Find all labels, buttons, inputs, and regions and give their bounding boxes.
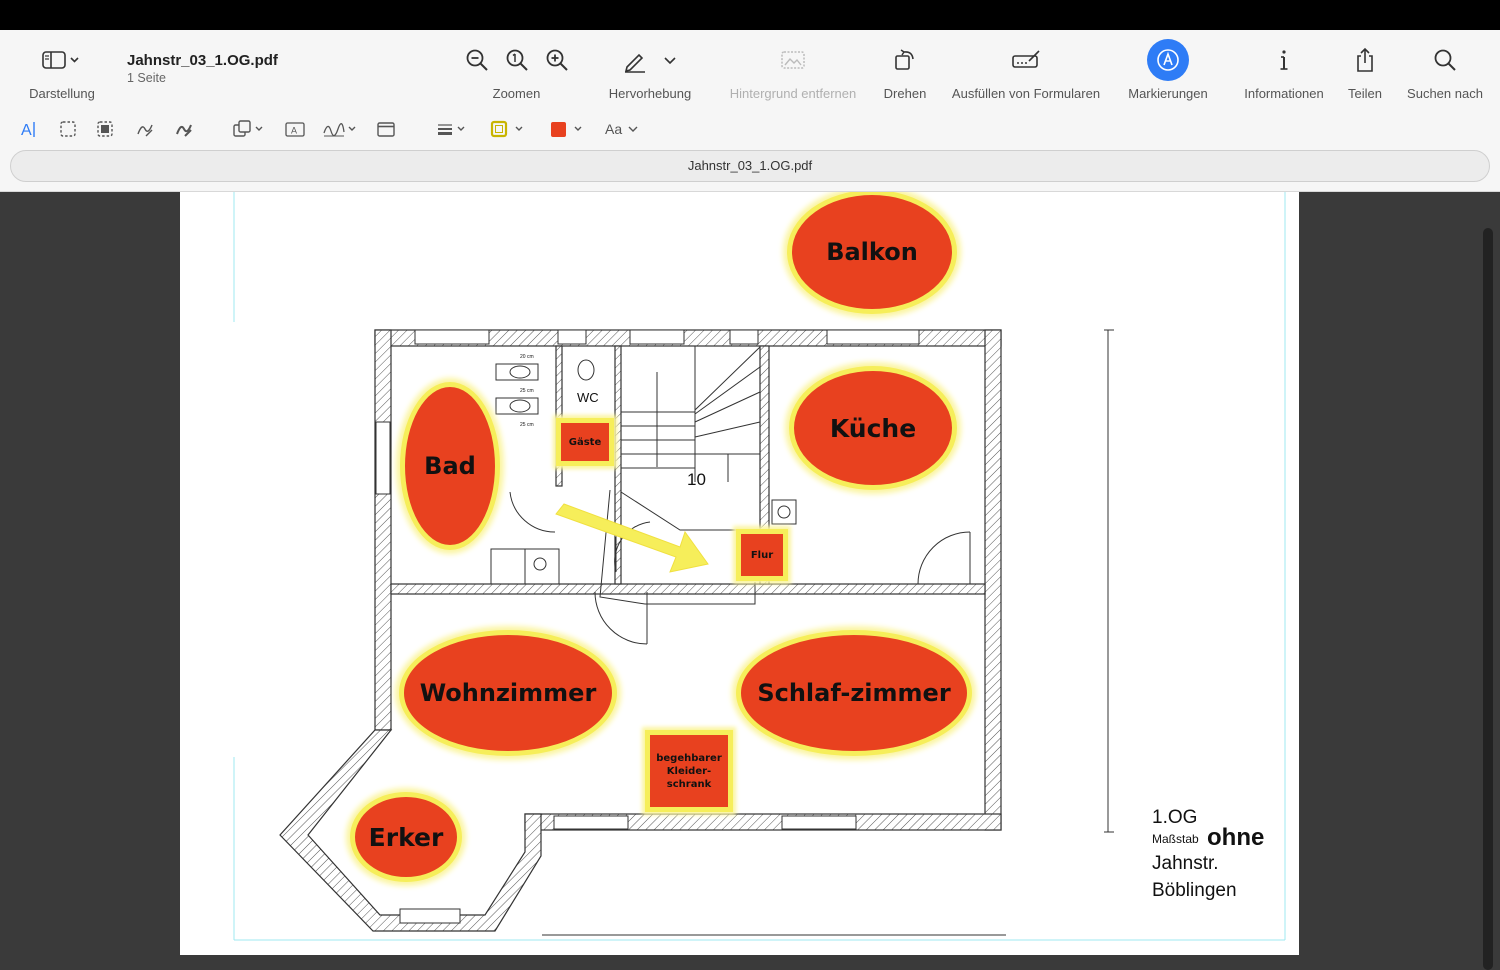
vertical-scrollbar[interactable] bbox=[1483, 228, 1493, 970]
draw-icon bbox=[176, 124, 192, 137]
room-gaeste: Gäste bbox=[556, 418, 614, 466]
markup-pen-icon bbox=[1157, 49, 1179, 71]
page-layout-tool[interactable] bbox=[376, 118, 396, 140]
room-kueche: Küche bbox=[789, 366, 957, 490]
dimension-label: 25 cm bbox=[520, 422, 534, 428]
dimension-label: 20 cm bbox=[520, 354, 534, 360]
shapes-menu[interactable] bbox=[232, 118, 266, 140]
zoom-out-icon[interactable] bbox=[464, 47, 490, 73]
share-button[interactable]: Teilen bbox=[1340, 30, 1390, 101]
rotate-icon bbox=[895, 49, 914, 70]
sidebar-icon bbox=[42, 51, 79, 69]
room-bad: Bad bbox=[400, 382, 500, 550]
legend-floor: 1.OG bbox=[1152, 807, 1198, 828]
menu-bar bbox=[0, 0, 1500, 30]
svg-text:A: A bbox=[291, 126, 297, 136]
smart-lasso-tool[interactable] bbox=[95, 118, 115, 140]
text-cursor-icon: A bbox=[21, 122, 35, 139]
form-fill-icon bbox=[1012, 50, 1040, 68]
pen-icon bbox=[624, 53, 645, 73]
markup-button[interactable]: Markierungen bbox=[1123, 30, 1213, 101]
info-button[interactable]: Informationen bbox=[1238, 30, 1330, 101]
toolbar: Darstellung Jahnstr_03_1.OG.pdf 1 Seite bbox=[0, 30, 1500, 192]
highlight-button[interactable]: Hervorhebung bbox=[605, 30, 695, 101]
dimension-label: 25 cm bbox=[520, 388, 534, 394]
draw-tool[interactable] bbox=[174, 118, 194, 140]
signature-menu[interactable] bbox=[322, 118, 360, 140]
document-title: Jahnstr_03_1.OG.pdf bbox=[127, 52, 278, 69]
font-label: Aa bbox=[605, 121, 623, 137]
room-schlafzimmer: Schlaf-zimmer bbox=[736, 630, 972, 756]
line-style-icon bbox=[438, 124, 465, 135]
text-box-tool[interactable]: A bbox=[284, 118, 306, 140]
legend-city: Böblingen bbox=[1152, 880, 1237, 901]
zoom-actual-size-icon[interactable] bbox=[504, 47, 530, 73]
signature-icon bbox=[323, 123, 356, 137]
chevron-down-icon[interactable] bbox=[662, 52, 678, 68]
highlight-label: Hervorhebung bbox=[608, 86, 692, 101]
text-box-icon: A bbox=[285, 122, 305, 137]
remove-background-button[interactable]: Hintergrund entfernen bbox=[722, 30, 864, 101]
legend-street: Jahnstr. bbox=[1152, 853, 1219, 874]
image-background-icon bbox=[781, 51, 805, 69]
fill-color-icon bbox=[551, 122, 582, 137]
arrow-annotation bbox=[555, 503, 709, 573]
font-menu[interactable]: Aa bbox=[605, 118, 641, 140]
pdf-page: Balkon Küche Bad Wohnzimmer Schlaf-zimme… bbox=[180, 192, 1299, 955]
markup-toggle-active bbox=[1147, 39, 1189, 81]
search-label: Suchen nach bbox=[1407, 86, 1483, 101]
window-icon bbox=[377, 122, 395, 137]
wc-label: WC bbox=[577, 390, 599, 405]
room-flur: Flur bbox=[736, 529, 788, 581]
search-button[interactable]: Suchen nach bbox=[1400, 30, 1490, 101]
sidebar-toggle-button[interactable]: Darstellung bbox=[22, 30, 102, 101]
document-tab[interactable]: Jahnstr_03_1.OG.pdf bbox=[10, 150, 1490, 182]
rotate-label: Drehen bbox=[883, 86, 927, 101]
search-icon bbox=[1434, 49, 1456, 71]
room-balkon: Balkon bbox=[787, 192, 957, 314]
rotate-button[interactable]: Drehen bbox=[875, 30, 935, 101]
lasso-selection-icon bbox=[97, 121, 113, 137]
sketch-icon bbox=[137, 124, 153, 137]
fill-color-menu[interactable] bbox=[549, 118, 587, 140]
chevron-down-icon bbox=[628, 126, 638, 132]
zoom-in-icon[interactable] bbox=[544, 47, 570, 73]
document-page-count: 1 Seite bbox=[127, 71, 166, 85]
text-selection-tool[interactable]: A bbox=[20, 118, 40, 140]
shapes-icon bbox=[233, 120, 263, 137]
markup-toolbar: A A Aa bbox=[0, 118, 1500, 140]
zoom-label: Zoomen bbox=[492, 86, 541, 101]
svg-text:A: A bbox=[21, 122, 32, 139]
remove-background-label: Hintergrund entfernen bbox=[729, 86, 857, 101]
sidebar-label: Darstellung bbox=[29, 86, 95, 101]
share-label: Teilen bbox=[1348, 86, 1382, 101]
room-kleiderschrank: begehbarer Kleider-schrank bbox=[645, 730, 733, 812]
room-erker: Erker bbox=[350, 792, 462, 882]
fill-forms-label: Ausfüllen von Formularen bbox=[951, 86, 1101, 101]
fill-forms-button[interactable]: Ausfüllen von Formularen bbox=[946, 30, 1106, 101]
share-icon bbox=[1357, 47, 1373, 72]
info-label: Informationen bbox=[1244, 86, 1324, 101]
border-color-icon bbox=[490, 120, 523, 138]
stair-count-label: 10 bbox=[687, 470, 706, 489]
rect-selection-tool[interactable] bbox=[58, 118, 78, 140]
border-color-menu[interactable] bbox=[490, 118, 528, 140]
sketch-tool[interactable] bbox=[135, 118, 155, 140]
legend-scale-prefix: Maßstab bbox=[1152, 832, 1199, 846]
dashed-rectangle-icon bbox=[60, 121, 76, 137]
markup-label: Markierungen bbox=[1128, 86, 1208, 101]
legend-scale-value: ohne bbox=[1207, 824, 1265, 851]
info-icon bbox=[1280, 50, 1288, 70]
line-style-menu[interactable] bbox=[436, 118, 470, 140]
room-wohnzimmer: Wohnzimmer bbox=[399, 630, 617, 756]
zoom-group: Zoomen bbox=[455, 30, 578, 101]
